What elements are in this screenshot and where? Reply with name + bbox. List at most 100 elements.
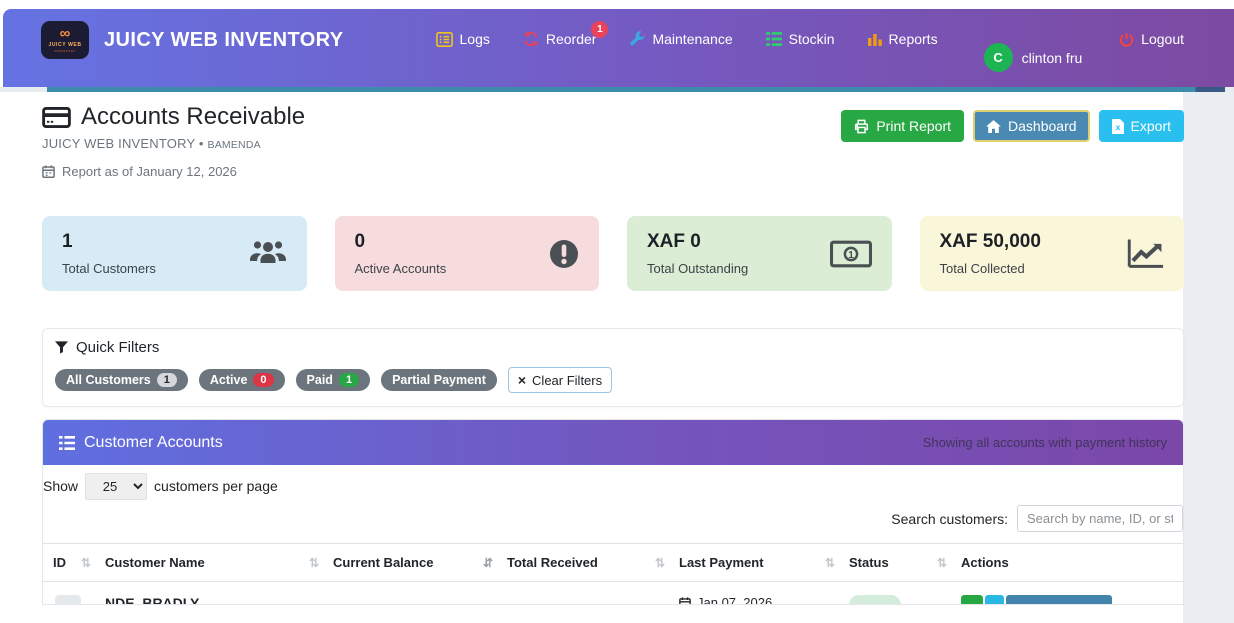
filter-count-badge: 0 (253, 373, 273, 387)
col-customer-name[interactable]: Customer Name⇅ (105, 544, 333, 582)
nav-item-maintenance[interactable]: Maintenance (629, 31, 732, 47)
top-margin (0, 0, 1234, 9)
wrench-icon (629, 31, 645, 47)
nav-item-reorder[interactable]: Reorder 1 (523, 31, 597, 47)
stat-total-outstanding: XAF 0 Total Outstanding 1 (627, 216, 892, 291)
printer-icon (854, 119, 869, 134)
navbar: ∞ JUICY WEB INVENTORY JUICY WEB INVENTOR… (3, 9, 1234, 87)
reorder-count-badge: 1 (591, 21, 608, 38)
table-row: NDE, BRADLY Jan 07, 2026 (43, 582, 1183, 606)
page-title-row: Accounts Receivable (42, 103, 305, 131)
avatar: C (984, 43, 1013, 72)
export-button[interactable]: x Export (1099, 110, 1184, 142)
page-subtitle: JUICY WEB INVENTORY • BAMENDA (42, 136, 305, 151)
money-bill-icon: 1 (830, 240, 872, 267)
stat-cards: 1 Total Customers 0 Active Accounts (42, 216, 1184, 291)
total-received-cell (507, 582, 679, 606)
header-actions: Print Report Dashboard x Export (841, 110, 1184, 179)
filter-all-customers[interactable]: All Customers 1 (55, 369, 188, 391)
main-content: Accounts Receivable JUICY WEB INVENTORY … (42, 103, 1184, 605)
report-date-row: Report as of January 12, 2026 (42, 164, 305, 179)
filter-pills: All Customers 1 Active 0 Paid 1 Partial … (55, 367, 1171, 393)
clear-filters-button[interactable]: × Clear Filters (508, 367, 612, 393)
svg-text:1: 1 (848, 248, 854, 260)
power-icon (1119, 32, 1134, 47)
nav-item-stockin[interactable]: Stockin (766, 31, 835, 47)
customer-accounts-title-row: Customer Accounts (59, 434, 223, 452)
report-date: Report as of January 12, 2026 (62, 164, 237, 179)
col-last-payment[interactable]: Last Payment⇅ (679, 544, 849, 582)
list-icon (59, 436, 75, 450)
row-actions (961, 595, 1183, 605)
col-status[interactable]: Status⇅ (849, 544, 961, 582)
accounts-subtitle: Showing all accounts with payment histor… (923, 435, 1167, 450)
filter-partial-payment[interactable]: Partial Payment (381, 369, 497, 391)
nav-item-label: Maintenance (652, 31, 732, 47)
sync-icon (523, 31, 539, 47)
chart-line-icon (1127, 239, 1164, 268)
filter-paid[interactable]: Paid 1 (296, 369, 371, 391)
th-list-icon (766, 32, 782, 46)
header-accent-bar (47, 87, 1225, 92)
accent-row (0, 87, 1234, 92)
col-id[interactable]: ID⇅ (43, 544, 105, 582)
customer-accounts-header: Customer Accounts Showing all accounts w… (43, 420, 1183, 465)
nav-item-reports[interactable]: Reports (868, 31, 938, 47)
logout-label: Logout (1141, 31, 1184, 47)
table-header-row: ID⇅ Customer Name⇅ Current Balance⇵ Tota… (43, 544, 1183, 582)
bar-chart-icon (868, 32, 882, 46)
file-excel-icon: x (1112, 119, 1124, 134)
row-action-history-button[interactable] (1006, 595, 1112, 605)
search-input[interactable] (1017, 505, 1183, 532)
status-badge (849, 595, 901, 605)
per-page-label: customers per page (154, 478, 278, 494)
stat-value: 0 (355, 231, 580, 253)
nav-item-logs[interactable]: Logs (436, 31, 490, 47)
col-current-balance[interactable]: Current Balance⇵ (333, 544, 507, 582)
nav-item-label: Logs (460, 31, 490, 47)
filter-funnel-icon (55, 341, 68, 354)
nav-item-label: Stockin (789, 31, 835, 47)
quick-filters-title-row: Quick Filters (55, 339, 1171, 356)
nav-item-label: Reports (889, 31, 938, 47)
filter-active[interactable]: Active 0 (199, 369, 285, 391)
last-payment-date: Jan 07, 2026 (679, 595, 849, 605)
close-icon: × (518, 372, 526, 388)
user-name: clinton fru (1022, 50, 1083, 66)
exclamation-circle-icon (549, 239, 579, 269)
dashboard-button[interactable]: Dashboard (973, 110, 1090, 142)
infinity-logo-icon: ∞ (60, 28, 71, 40)
page-size-controls: Show 25 customers per page (43, 465, 1183, 500)
quick-filters-title: Quick Filters (76, 339, 159, 356)
sort-icon: ⇅ (825, 556, 835, 570)
page-size-select[interactable]: 25 (85, 473, 147, 500)
print-report-button[interactable]: Print Report (841, 110, 964, 142)
row-action-info-button[interactable] (985, 595, 1004, 605)
customer-accounts-card: Customer Accounts Showing all accounts w… (42, 419, 1184, 605)
brand-logo: ∞ JUICY WEB INVENTORY (41, 21, 89, 59)
page-header: Accounts Receivable JUICY WEB INVENTORY … (42, 103, 1184, 179)
calendar-icon (42, 165, 55, 178)
quick-filters-card: Quick Filters All Customers 1 Active 0 P… (42, 328, 1184, 407)
col-total-received[interactable]: Total Received⇅ (507, 544, 679, 582)
current-balance-cell (333, 582, 507, 606)
stat-active-accounts: 0 Active Accounts (335, 216, 600, 291)
row-action-money-button[interactable] (961, 595, 983, 605)
brand[interactable]: ∞ JUICY WEB INVENTORY JUICY WEB INVENTOR… (41, 19, 344, 59)
search-row: Search customers: (43, 500, 1183, 537)
logout-button[interactable]: Logout (1119, 31, 1184, 47)
brand-title: JUICY WEB INVENTORY (104, 29, 344, 52)
user-menu[interactable]: C clinton fru (984, 43, 1083, 72)
stat-label: Active Accounts (355, 261, 580, 276)
svg-text:x: x (1115, 122, 1120, 132)
sort-icon: ⇅ (655, 556, 665, 570)
page-title: Accounts Receivable (81, 103, 305, 131)
list-alt-icon (436, 32, 453, 47)
sort-amount-icon: ⇵ (483, 556, 493, 570)
customer-accounts-title: Customer Accounts (84, 434, 223, 452)
stat-total-collected: XAF 50,000 Total Collected (920, 216, 1185, 291)
page-header-left: Accounts Receivable JUICY WEB INVENTORY … (42, 103, 305, 179)
page-background-strip (1183, 92, 1234, 623)
sort-icon: ⇅ (309, 556, 319, 570)
customer-id-badge (55, 595, 81, 605)
